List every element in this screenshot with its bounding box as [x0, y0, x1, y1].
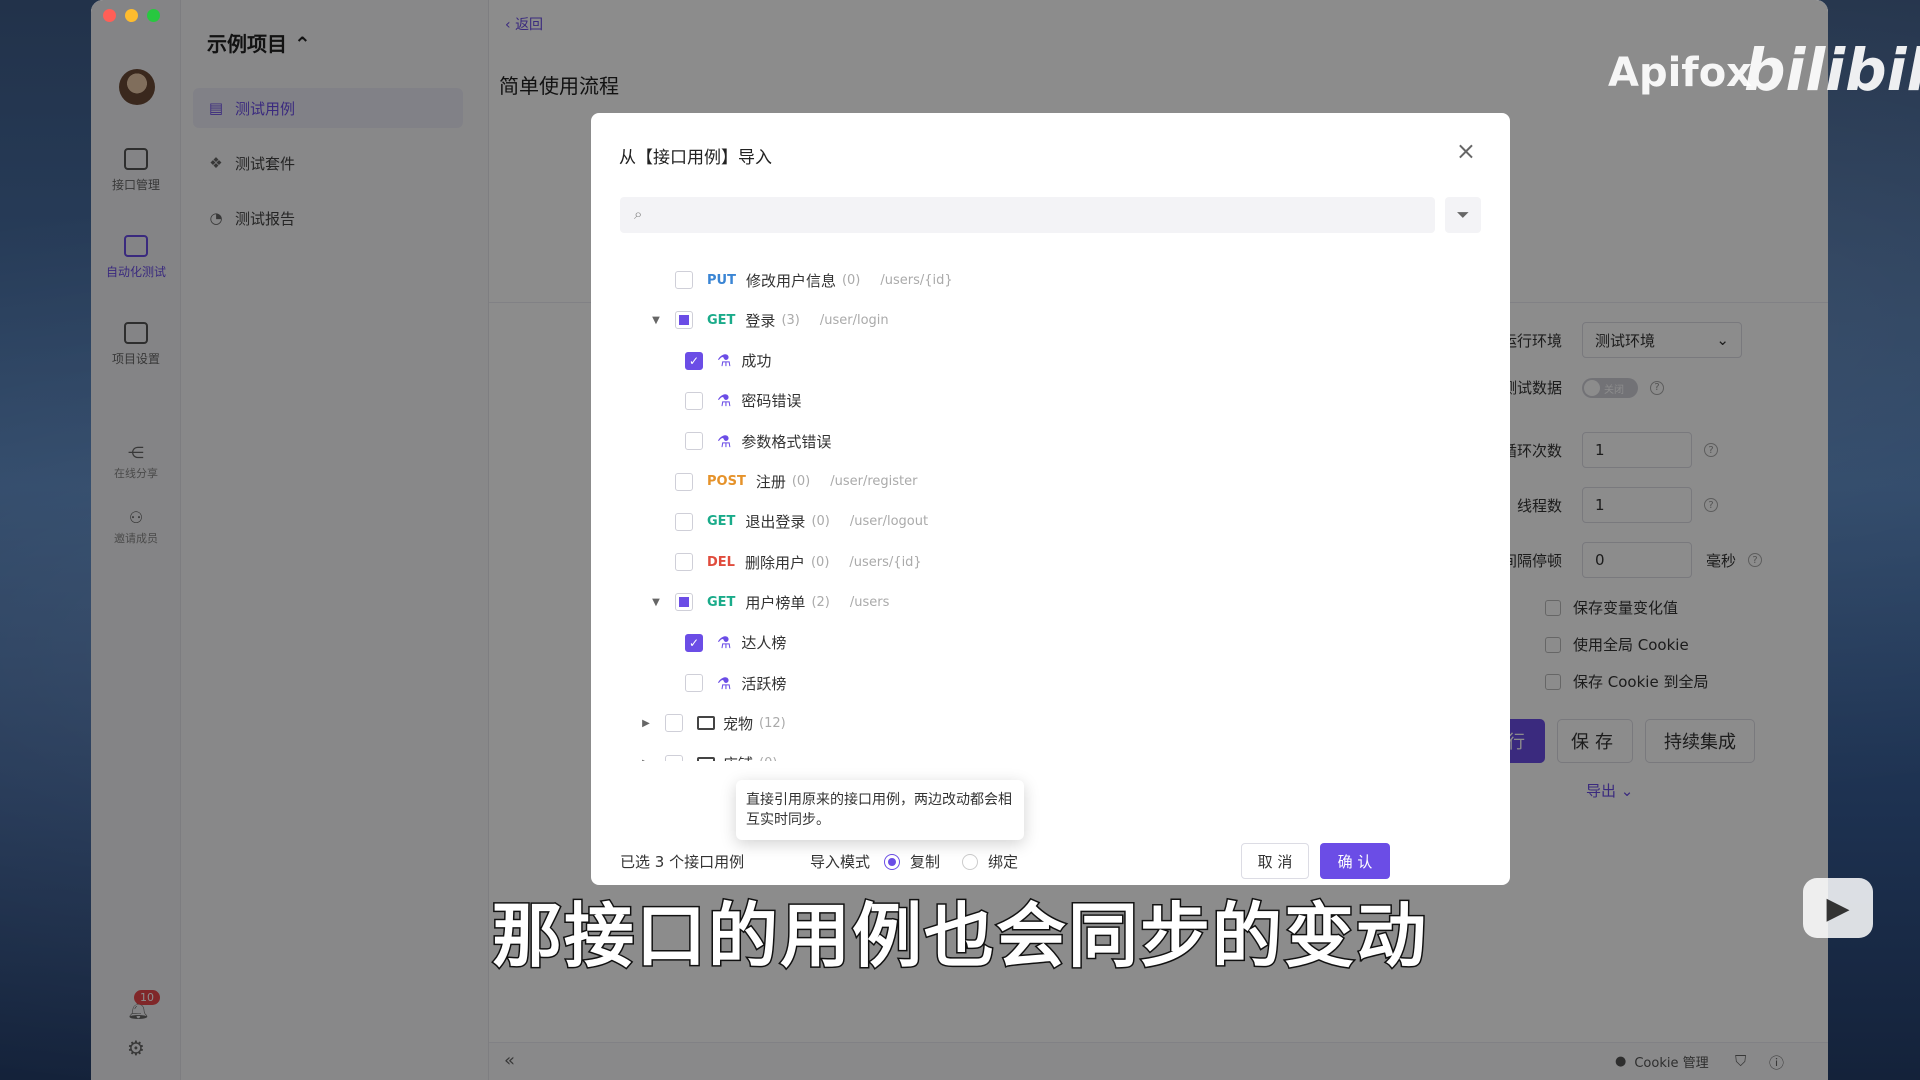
endpoint-name: 登录: [745, 311, 776, 330]
case-name: 成功: [741, 352, 772, 371]
checkbox[interactable]: [665, 754, 683, 761]
checkbox[interactable]: [675, 553, 693, 572]
tree-row-case[interactable]: ⚗ 密码错误: [685, 382, 801, 420]
import-mode-label: 导入模式: [810, 853, 871, 871]
folder-icon: [697, 756, 715, 761]
tree-row-case[interactable]: ✓ ⚗ 成功: [685, 342, 771, 380]
endpoint-name: 修改用户信息: [745, 271, 836, 290]
folder-count: (0): [759, 756, 777, 761]
folder-icon: [697, 716, 715, 731]
checkbox[interactable]: [675, 512, 693, 531]
folder-name: 店铺: [723, 753, 753, 761]
case-name: 参数格式错误: [741, 432, 832, 451]
folder-count: (12): [759, 715, 786, 731]
cancel-button[interactable]: 取 消: [1241, 843, 1309, 879]
case-name: 达人榜: [741, 634, 787, 653]
tree-row-folder[interactable]: ▶ 店铺 (0): [639, 745, 797, 761]
minimize-window-button[interactable]: [125, 9, 138, 22]
tree-row-case[interactable]: ⚗ 活跃榜: [685, 664, 786, 702]
tree-row-folder[interactable]: ▶ 宠物 (12): [639, 704, 806, 742]
caret-right-icon[interactable]: ▶: [639, 758, 653, 761]
close-icon[interactable]: ×: [1456, 139, 1476, 163]
http-method: PUT: [707, 272, 736, 288]
close-window-button[interactable]: [103, 9, 116, 22]
case-tree: PUT 修改用户信息 (0) /users/{id} ▼ GET 登录 (3) /user/lo…: [591, 241, 1510, 761]
case-count: (0): [841, 272, 861, 288]
checkbox[interactable]: [685, 391, 703, 410]
http-method: DEL: [707, 554, 735, 570]
endpoint-path: /user/register: [830, 474, 918, 489]
case-name: 密码错误: [741, 392, 802, 411]
case-count: (2): [811, 594, 830, 610]
case-count: (0): [811, 514, 830, 530]
endpoint-name: 用户榜单: [745, 593, 806, 612]
caret-down-icon[interactable]: ▼: [649, 597, 663, 608]
filter-icon[interactable]: ⏷: [1445, 197, 1481, 233]
checkbox[interactable]: ✓: [685, 351, 703, 370]
tree-row-endpoint[interactable]: PUT 修改用户信息 (0) /users/{id}: [649, 261, 953, 299]
video-subtitle: 那接口的用例也会同步的变动: [491, 894, 1428, 979]
endpoint-path: /user/login: [819, 312, 889, 328]
checkbox[interactable]: [675, 472, 693, 491]
test-case-icon: ⚗: [717, 633, 732, 653]
test-case-icon: ⚗: [717, 351, 732, 371]
search-input[interactable]: ⌕: [620, 197, 1435, 233]
tree-row-case[interactable]: ⚗ 参数格式错误: [685, 422, 831, 460]
dialog-title: 从【接口用例】导入: [619, 148, 772, 168]
endpoint-path: /user/logout: [849, 514, 929, 530]
endpoint-path: /users/{id}: [849, 554, 922, 570]
tree-row-endpoint[interactable]: GET 退出登录 (0) /user/logout: [649, 503, 928, 541]
search-icon: ⌕: [634, 205, 643, 223]
tree-row-case[interactable]: ✓ ⚗ 达人榜: [685, 624, 786, 662]
selection-count: 已选 3 个接口用例: [620, 853, 745, 871]
checkbox[interactable]: [675, 593, 693, 612]
tree-row-endpoint[interactable]: POST 注册 (0) /user/register: [649, 463, 918, 501]
test-case-icon: ⚗: [717, 431, 732, 451]
tree-row-endpoint[interactable]: ▼ GET 登录 (3) /user/login: [649, 301, 889, 339]
folder-name: 宠物: [723, 714, 754, 733]
case-count: (3): [781, 312, 800, 328]
apifox-watermark: Apifox: [1608, 50, 1752, 96]
checkbox[interactable]: [665, 714, 683, 733]
bind-mode-tooltip: 直接引用原来的接口用例，两边改动都会相互实时同步。: [736, 780, 1024, 840]
case-count: (0): [810, 554, 830, 570]
case-count: (0): [791, 474, 811, 489]
http-method: GET: [707, 594, 736, 610]
http-method: GET: [707, 312, 736, 328]
test-case-icon: ⚗: [717, 391, 732, 411]
checkbox[interactable]: [675, 311, 693, 330]
radio-bind-label[interactable]: 绑定: [988, 851, 1018, 872]
maximize-window-button[interactable]: [147, 9, 160, 22]
checkbox[interactable]: [675, 271, 693, 289]
confirm-button[interactable]: 确 认: [1320, 843, 1390, 879]
caret-right-icon[interactable]: ▶: [639, 718, 653, 729]
tree-row-endpoint[interactable]: DEL 删除用户 (0) /users/{id}: [649, 543, 922, 581]
case-name: 活跃榜: [741, 674, 787, 693]
endpoint-path: /users: [849, 594, 890, 610]
import-mode-group: 导入模式 复制 绑定: [810, 851, 1018, 872]
tree-row-endpoint[interactable]: ▼ GET 用户榜单 (2) /users: [649, 583, 889, 621]
bilibili-watermark: bilibili: [1744, 36, 1920, 104]
test-case-icon: ⚗: [717, 673, 732, 693]
endpoint-name: 注册: [755, 473, 786, 491]
radio-copy-label[interactable]: 复制: [910, 851, 940, 872]
caret-down-icon[interactable]: ▼: [649, 315, 663, 326]
window-controls: [103, 9, 160, 22]
radio-bind[interactable]: [962, 853, 979, 870]
import-dialog: 从【接口用例】导入 × ⌕ ⏷ PUT 修改用户信息 (0) /users/{id} ▼…: [591, 113, 1510, 885]
checkbox[interactable]: [685, 432, 703, 451]
endpoint-name: 退出登录: [745, 513, 806, 532]
endpoint-name: 删除用户: [744, 553, 805, 572]
endpoint-path: /users/{id}: [880, 272, 953, 288]
http-method: POST: [707, 474, 746, 489]
checkbox[interactable]: ✓: [685, 633, 703, 652]
play-icon[interactable]: ▶: [1803, 878, 1873, 938]
http-method: GET: [707, 514, 736, 530]
radio-copy[interactable]: [884, 853, 901, 870]
checkbox[interactable]: [685, 674, 703, 692]
